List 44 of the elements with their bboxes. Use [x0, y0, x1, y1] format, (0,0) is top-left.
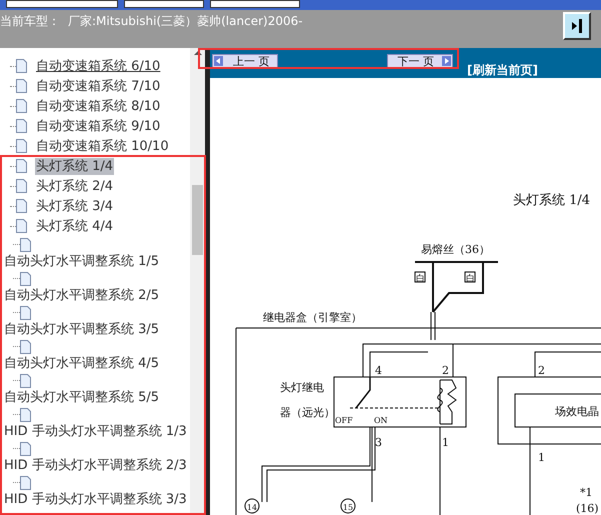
document-icon	[20, 476, 31, 490]
document-icon	[20, 374, 31, 388]
tree-item[interactable]: 自动变速箱系统 9/10	[35, 118, 162, 134]
document-icon	[16, 179, 27, 193]
tree-item[interactable]: HID 手动头灯水平调整系统 1/3	[3, 423, 188, 440]
tree-item[interactable]: 头灯系统 3/4	[35, 198, 114, 214]
previous-page-button[interactable]: 上一 页	[212, 54, 278, 68]
tree-item[interactable]: 自动头灯水平调整系统 3/5	[3, 321, 160, 338]
document-icon	[16, 199, 27, 213]
collapse-button[interactable]	[563, 12, 591, 40]
tree-item[interactable]: 自动头灯水平调整系统 5/5	[3, 389, 160, 406]
tree-item[interactable]: 自动头灯水平调整系统 1/5	[3, 253, 160, 270]
document-icon	[20, 408, 31, 422]
tree-item[interactable]: 自动头灯水平调整系统 2/5	[3, 287, 160, 304]
next-page-button[interactable]: 下一 页	[387, 54, 453, 68]
document-icon	[16, 159, 27, 173]
arrow-into-bar-icon	[571, 19, 583, 33]
document-icon	[20, 442, 31, 456]
document-icon	[16, 139, 27, 153]
tree-item[interactable]: 头灯系统 1/4	[35, 158, 114, 174]
tree-item[interactable]: 自动变速箱系统 7/10	[35, 78, 162, 94]
tree-item[interactable]: 自动变速箱系统 6/10	[35, 58, 162, 74]
document-icon	[16, 79, 27, 93]
tree-item[interactable]: 自动变速箱系统 8/10	[35, 98, 162, 114]
tree-item[interactable]: HID 手动头灯水平调整系统 3/3	[3, 491, 188, 508]
document-icon	[16, 219, 27, 233]
right-arrow-icon	[442, 56, 451, 66]
document-icon	[20, 306, 31, 320]
vehicle-name: 厂家:Mitsubishi(三菱）菱帅(lancer)2006-	[68, 13, 303, 30]
tree-item[interactable]: 自动头灯水平调整系统 4/5	[3, 355, 160, 372]
left-arrow-icon	[214, 56, 223, 66]
scrollbar[interactable]	[190, 48, 205, 515]
tree-item[interactable]: 头灯系统 4/4	[35, 218, 114, 234]
document-icon	[20, 238, 31, 252]
tree-item[interactable]: 头灯系统 2/4	[35, 178, 114, 194]
document-icon	[16, 119, 27, 133]
tree-item[interactable]: HID 手动头灯水平调整系统 2/3	[3, 457, 188, 474]
document-icon	[16, 59, 27, 73]
document-icon	[20, 340, 31, 354]
vehicle-label: 当前车型：	[0, 13, 60, 30]
document-icon	[20, 272, 31, 286]
refresh-link[interactable]: [刷新当前页]	[467, 61, 538, 79]
tree-item[interactable]: 自动变速箱系统 10/10	[35, 138, 170, 154]
document-icon	[16, 99, 27, 113]
